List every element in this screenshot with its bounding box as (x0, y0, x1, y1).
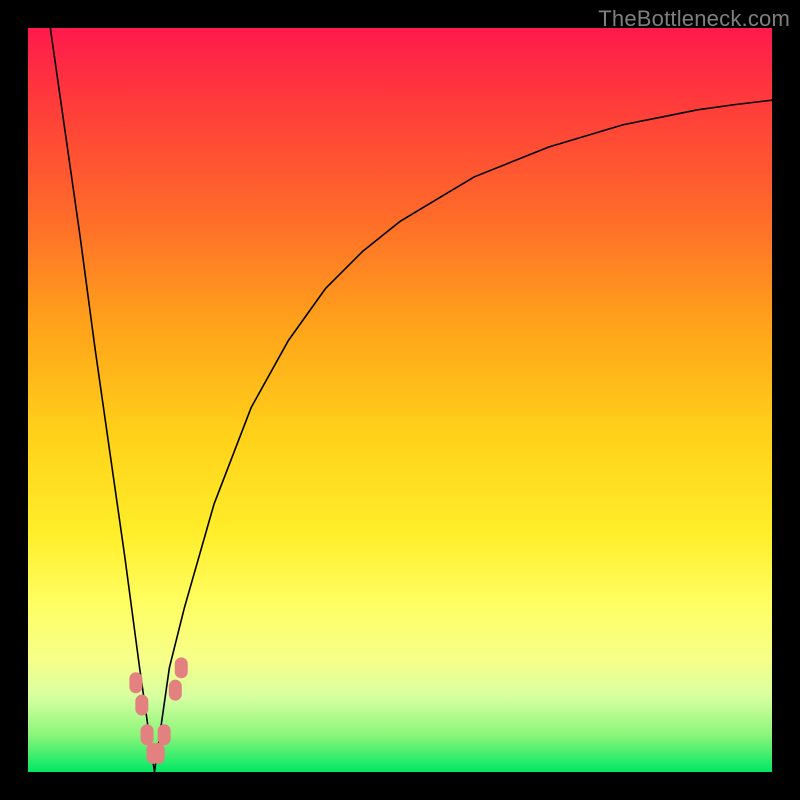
plot-area (28, 28, 772, 772)
chart-svg (28, 28, 772, 772)
curve-marker (130, 673, 142, 693)
curve-marker (175, 658, 187, 678)
curve-marker (152, 743, 164, 763)
curve-marker (169, 680, 181, 700)
chart-frame: TheBottleneck.com (0, 0, 800, 800)
curve-marker (136, 695, 148, 715)
curve-marker (158, 725, 170, 745)
curve-marker (141, 725, 153, 745)
bottleneck-curve (50, 28, 772, 772)
watermark-text: TheBottleneck.com (598, 6, 790, 32)
marker-group (130, 658, 187, 764)
